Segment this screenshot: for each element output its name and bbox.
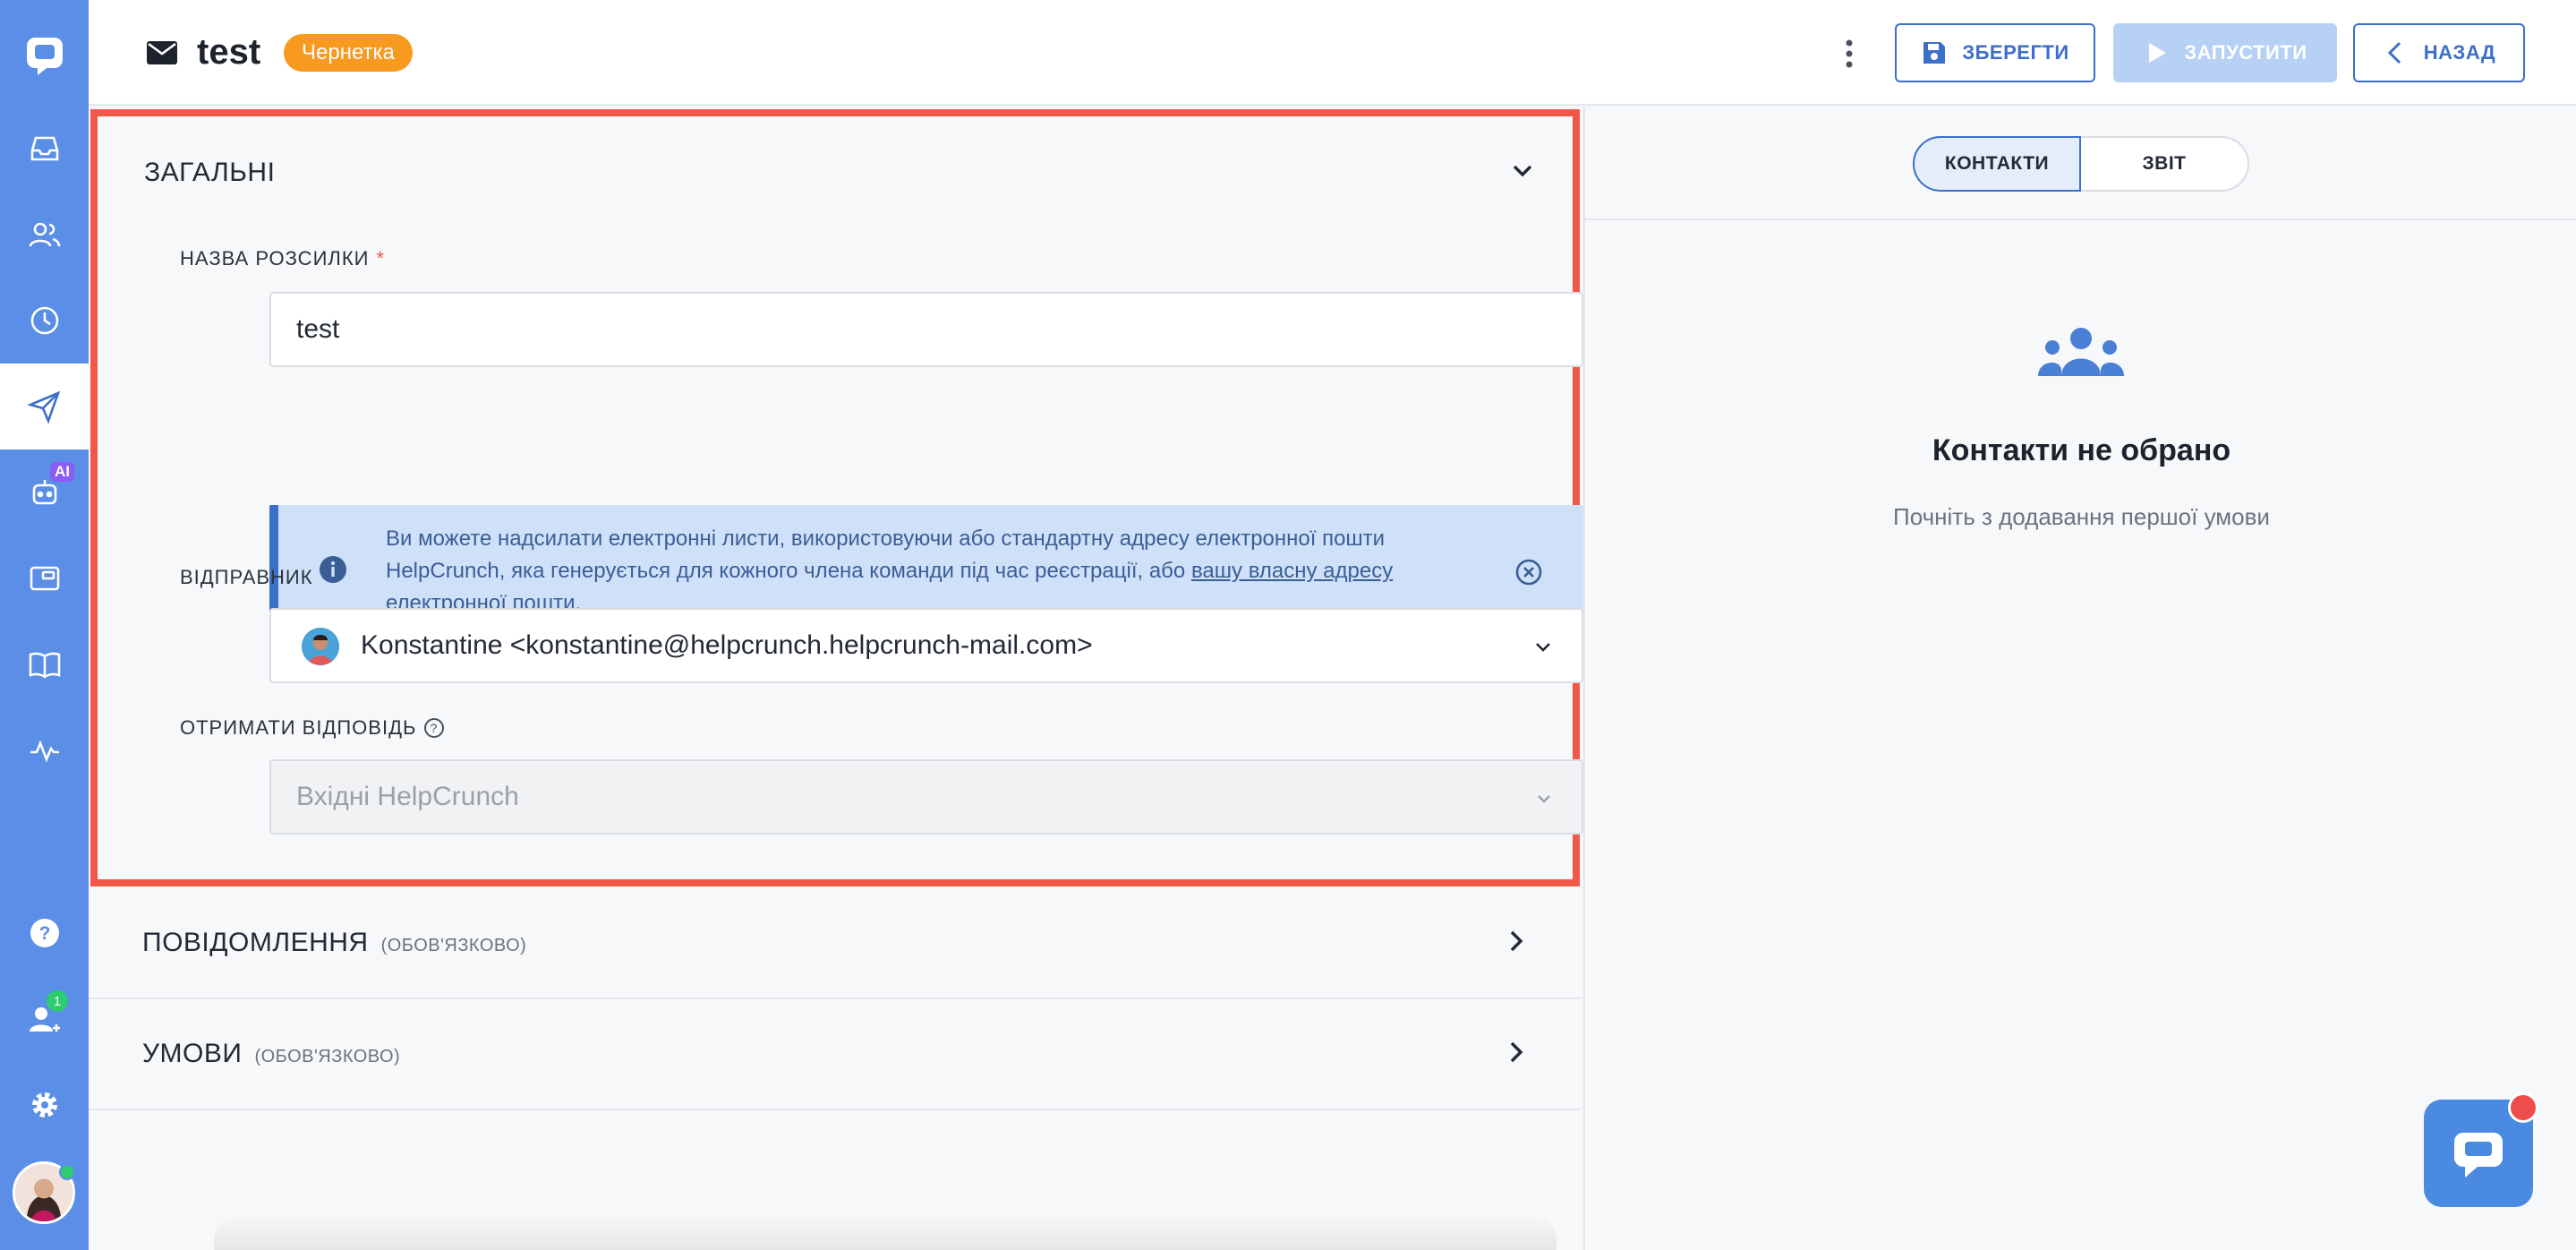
chat-icon — [2454, 1133, 2503, 1177]
save-button-label: ЗБЕРЕГТИ — [1962, 41, 2069, 64]
email-icon — [147, 41, 177, 64]
chevron-down-icon — [1538, 795, 1550, 803]
inbox-icon[interactable] — [0, 106, 89, 192]
close-icon[interactable] — [1514, 557, 1544, 587]
launch-button[interactable]: ЗАПУСТИТИ — [2113, 23, 2337, 82]
campaign-name-label: НАЗВА РОЗСИЛКИ * — [180, 247, 385, 270]
conditions-title-text: УМОВИ — [142, 1039, 243, 1068]
chevron-right-icon — [1510, 1041, 1523, 1063]
sender-label-text: ВІДПРАВНИК — [180, 566, 313, 588]
knowledge-base-icon[interactable] — [0, 621, 89, 707]
bottom-shadow — [214, 1214, 1557, 1250]
status-badge: Чернетка — [284, 34, 413, 72]
svg-text:?: ? — [38, 923, 50, 944]
more-options-icon[interactable] — [1836, 36, 1863, 72]
conditions-section[interactable]: УМОВИ (ОБОВ'ЯЗКОВО) — [89, 999, 1582, 1110]
chevron-down-icon[interactable] — [1509, 158, 1536, 184]
popups-icon[interactable] — [0, 535, 89, 621]
messages-section[interactable]: ПОВІДОМЛЕННЯ (ОБОВ'ЯЗКОВО) — [89, 888, 1582, 999]
left-sidebar: AI ? 1 — [0, 0, 89, 1250]
team-count-badge: 1 — [47, 990, 68, 1012]
reply-to-select[interactable]: Вхідні HelpCrunch — [269, 759, 1583, 835]
info-alert-text: Ви можете надсилати електронні листи, ви… — [386, 523, 1460, 620]
help-icon[interactable]: ? — [0, 890, 89, 976]
ai-bot-icon[interactable]: AI — [0, 449, 89, 535]
helpcrunch-logo-icon[interactable] — [0, 13, 89, 98]
online-status-dot — [59, 1164, 75, 1180]
audience-tabs: КОНТАКТИ ЗВІТ — [1585, 107, 2576, 220]
settings-icon[interactable] — [0, 1062, 89, 1148]
chevron-right-icon — [1510, 930, 1523, 952]
play-icon — [2149, 43, 2167, 63]
tab-contacts[interactable]: КОНТАКТИ — [1913, 136, 2081, 192]
chevron-down-icon — [1536, 643, 1550, 652]
back-button[interactable]: НАЗАД — [2353, 23, 2525, 82]
sender-avatar — [302, 628, 339, 665]
page-title: test — [197, 32, 261, 72]
history-icon[interactable] — [0, 278, 89, 364]
help-tooltip-icon[interactable]: ? — [423, 717, 445, 739]
svg-text:?: ? — [431, 721, 439, 735]
empty-state-subtitle: Почніть з додавання першої умови — [1893, 503, 2270, 530]
chevron-left-icon — [2387, 41, 2401, 64]
empty-state-title: Контакти не обрано — [1932, 433, 2231, 467]
statistics-icon[interactable] — [0, 707, 89, 793]
users-group-icon — [2038, 328, 2124, 376]
required-mark: * — [376, 247, 386, 270]
general-section-title[interactable]: ЗАГАЛЬНІ — [144, 158, 275, 188]
save-icon — [1923, 42, 1946, 64]
campaign-name-label-text: НАЗВА РОЗСИЛКИ — [180, 247, 370, 270]
campaign-settings-panel: ЗАГАЛЬНІ НАЗВА РОЗСИЛКИ * test Ви можете… — [89, 107, 1583, 1250]
messages-title-text: ПОВІДОМЛЕННЯ — [142, 928, 369, 957]
messages-section-title: ПОВІДОМЛЕННЯ (ОБОВ'ЯЗКОВО) — [142, 928, 526, 958]
conditions-section-title: УМОВИ (ОБОВ'ЯЗКОВО) — [142, 1039, 400, 1069]
top-bar: test Чернетка ЗБЕРЕГТИ ЗАПУСТИТИ НАЗАД — [89, 0, 2576, 106]
audience-panel: КОНТАКТИ ЗВІТ Контакти не обрано Почніть… — [1583, 107, 2576, 1250]
sender-value: Konstantine <konstantine@helpcrunch.help… — [361, 630, 1093, 660]
launch-button-label: ЗАПУСТИТИ — [2184, 41, 2307, 64]
messages-required-note: (ОБОВ'ЯЗКОВО) — [380, 936, 527, 955]
reply-to-label-text: ОТРИМАТИ ВІДПОВІДЬ — [180, 716, 417, 739]
save-button[interactable]: ЗБЕРЕГТИ — [1895, 23, 2095, 82]
info-icon — [320, 556, 346, 583]
conditions-required-note: (ОБОВ'ЯЗКОВО) — [254, 1047, 401, 1066]
campaign-name-input[interactable]: test — [269, 292, 1583, 367]
reply-to-label: ОТРИМАТИ ВІДПОВІДЬ ? — [180, 716, 445, 740]
back-button-label: НАЗАД — [2423, 41, 2496, 64]
sender-label: ВІДПРАВНИК — [180, 566, 313, 589]
chat-notification-dot — [2508, 1092, 2538, 1123]
general-section: ЗАГАЛЬНІ НАЗВА РОЗСИЛКИ * test Ви можете… — [90, 109, 1583, 886]
tab-report[interactable]: ЗВІТ — [2081, 136, 2249, 192]
reply-to-value: Вхідні HelpCrunch — [296, 782, 519, 811]
contacts-icon[interactable] — [0, 192, 89, 278]
campaigns-icon[interactable] — [0, 364, 89, 449]
ai-badge: AI — [50, 462, 74, 482]
team-icon[interactable]: 1 — [0, 976, 89, 1062]
sender-select[interactable]: Konstantine <konstantine@helpcrunch.help… — [269, 608, 1583, 683]
